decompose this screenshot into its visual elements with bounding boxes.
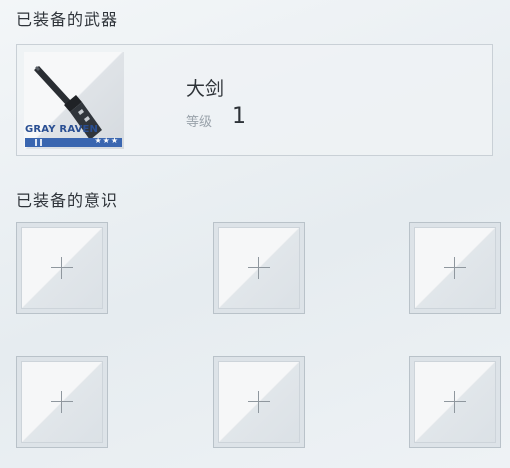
plus-icon <box>248 257 270 279</box>
brand-label: GRAY RAVEN <box>25 124 99 135</box>
memory-slot-3[interactable] <box>409 222 501 314</box>
equipped-memory-title: 已装备的意识 <box>16 191 119 210</box>
plus-icon <box>51 257 73 279</box>
weapon-thumbnail: GRAY RAVEN ★★★ <box>24 52 124 149</box>
plus-icon <box>444 257 466 279</box>
rarity-stars: ★★★ <box>94 136 119 145</box>
memory-slot-5[interactable] <box>213 356 305 448</box>
plus-icon <box>248 391 270 413</box>
plus-icon <box>51 391 73 413</box>
weapon-card[interactable]: GRAY RAVEN ★★★ 大剑 等级 1 <box>16 44 493 156</box>
memory-slot-2[interactable] <box>213 222 305 314</box>
memory-slot-6[interactable] <box>409 356 501 448</box>
rarity-bar: ★★★ <box>25 136 122 147</box>
plus-icon <box>444 391 466 413</box>
memory-slot-1[interactable] <box>16 222 108 314</box>
level-value: 1 <box>232 104 246 129</box>
weapon-name: 大剑 <box>186 78 225 100</box>
equipped-weapon-title: 已装备的武器 <box>16 10 119 29</box>
memory-slot-4[interactable] <box>16 356 108 448</box>
level-label: 等级 <box>186 115 213 130</box>
